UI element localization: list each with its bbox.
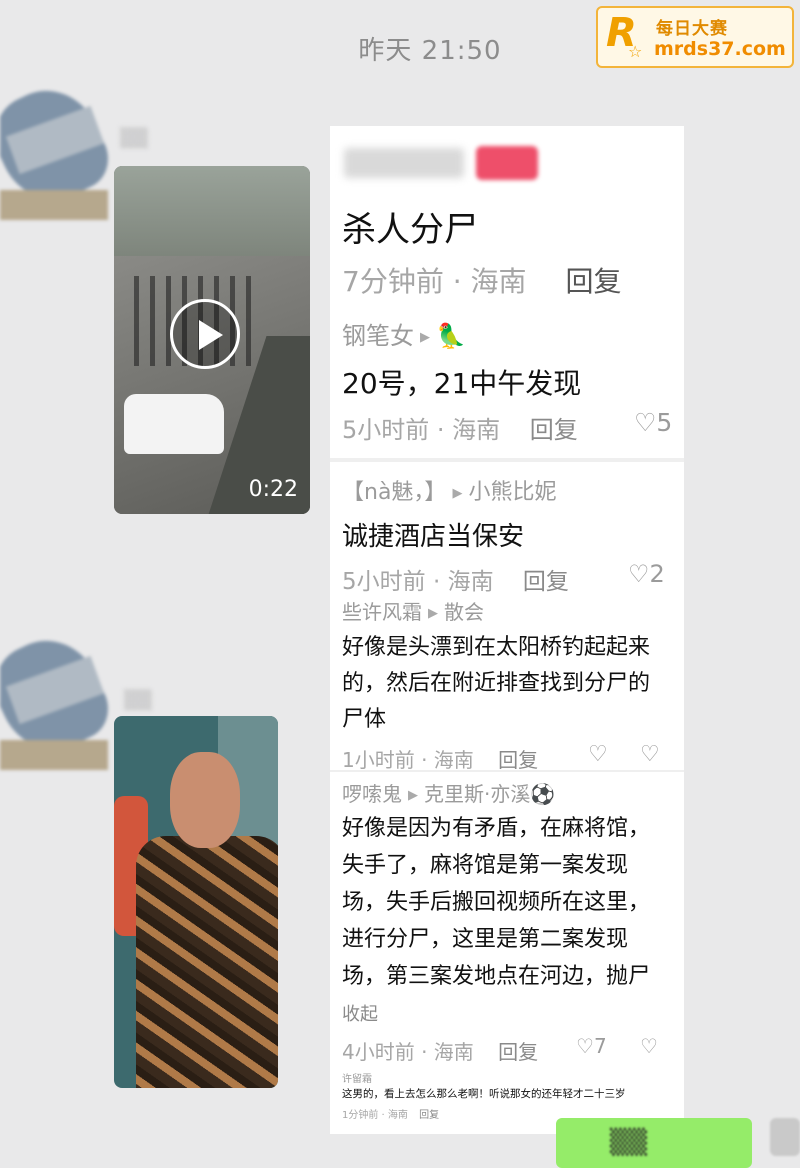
play-arrow-icon: ▶ bbox=[428, 606, 438, 621]
like-button[interactable]: ♡5 bbox=[634, 408, 672, 437]
comment-user[interactable]: 啰嗦鬼 bbox=[342, 782, 402, 806]
collapse-link[interactable]: 收起 bbox=[342, 1004, 378, 1025]
comment-body: 好像是因为有矛盾，在麻将馆，失手了，麻将馆是第一案发现场，失手后搬回视频所在这里… bbox=[342, 816, 651, 989]
comment-meta: 5小时前 · 海南 回复 bbox=[342, 562, 569, 596]
post-title: 杀人分尸 bbox=[342, 210, 478, 250]
comment-time-location: 4小时前 · 海南 bbox=[342, 1040, 474, 1064]
comment-meta: 4小时前 · 海南 回复 bbox=[342, 1036, 538, 1065]
comment-meta: 5小时前 · 海南 回复 bbox=[342, 410, 578, 445]
post-meta: 7分钟前 · 海南 回复 bbox=[342, 260, 621, 300]
like-button[interactable]: ♡7 bbox=[576, 1034, 607, 1058]
like-count: 7 bbox=[593, 1034, 607, 1058]
comment-meta: 1分钟前 · 海南 回复 bbox=[342, 1106, 439, 1121]
sender-name-blurred: ▒▒ bbox=[120, 128, 148, 149]
outgoing-message-text-cropped: ▒▒ bbox=[610, 1128, 647, 1156]
sender-name-blurred: ▒▒ bbox=[124, 690, 152, 711]
comment-author[interactable]: 钢笔女 ▶ 🦜 bbox=[342, 316, 466, 351]
comment-text: 诚捷酒店当保安 bbox=[342, 522, 525, 552]
watermark-logo: R ☆ 每日大赛 mrds37.com bbox=[596, 6, 794, 68]
comment-time-location: 1分钟前 · 海南 bbox=[342, 1110, 408, 1121]
comment-time-location: 1小时前 · 海南 bbox=[342, 748, 474, 772]
reply-to-user[interactable]: 小熊比妮 bbox=[468, 480, 556, 505]
comment-user[interactable]: 些许风霜 bbox=[342, 600, 422, 624]
play-arrow-icon: ▶ bbox=[452, 485, 463, 501]
comment-text: 好像是因为有矛盾，在麻将馆，失手了，麻将馆是第一案发现场，失手后搬回视频所在这里… bbox=[342, 810, 666, 1033]
author-tag-blurred bbox=[476, 146, 538, 180]
reply-to-user[interactable]: 散会 bbox=[444, 600, 484, 624]
photo-message[interactable] bbox=[114, 716, 278, 1088]
heart-icon: ♡ bbox=[576, 1034, 594, 1058]
star-icon: ☆ bbox=[628, 42, 643, 61]
avatar[interactable] bbox=[770, 1118, 800, 1156]
outgoing-message-bubble[interactable] bbox=[556, 1118, 752, 1168]
reply-button[interactable]: 回复 bbox=[523, 569, 569, 595]
video-duration: 0:22 bbox=[248, 477, 298, 502]
play-arrow-icon: ▶ bbox=[408, 788, 418, 803]
avatar[interactable] bbox=[0, 80, 108, 230]
reply-button[interactable]: 回复 bbox=[498, 1040, 538, 1064]
post-time-location: 7分钟前 · 海南 bbox=[342, 265, 527, 298]
comment-text: 这男的，看上去怎么那么老啊！听说那女的还年轻才二十三岁 bbox=[342, 1088, 626, 1100]
divider bbox=[330, 770, 684, 772]
avatar[interactable] bbox=[0, 630, 108, 780]
comment-author[interactable]: 啰嗦鬼 ▶ 克里斯·亦溪⚽ bbox=[342, 778, 555, 807]
play-icon[interactable] bbox=[170, 299, 240, 369]
heart-icon: ♡ bbox=[628, 560, 650, 588]
heart-icon: ♡ bbox=[634, 408, 657, 437]
comment-time-location: 5小时前 · 海南 bbox=[342, 569, 494, 595]
comment-user[interactable]: 许留霜 bbox=[342, 1070, 372, 1085]
reply-button[interactable]: 回复 bbox=[498, 748, 538, 772]
comment-text: 好像是头漂到在太阳桥钓起起来的，然后在附近排查找到分尸的尸体 bbox=[342, 635, 651, 732]
video-message[interactable]: 0:22 bbox=[114, 166, 310, 514]
like-count: 2 bbox=[649, 560, 665, 588]
reply-button[interactable]: 回复 bbox=[530, 416, 578, 444]
comments-screenshot[interactable]: 杀人分尸 7分钟前 · 海南 回复 钢笔女 ▶ 🦜 20号，21中午发现 5小时前 … bbox=[330, 126, 684, 1134]
dislike-icon[interactable]: ♡ bbox=[640, 742, 660, 767]
dislike-icon[interactable]: ♡ bbox=[640, 1034, 658, 1058]
comment-meta: 1小时前 · 海南 回复 bbox=[342, 744, 538, 773]
comment-user[interactable]: 钢笔女 bbox=[342, 322, 414, 350]
heart-icon[interactable]: ♡ bbox=[588, 742, 608, 767]
author-name-blurred bbox=[344, 148, 464, 178]
comment-author[interactable]: 些许风霜 ▶ 散会 bbox=[342, 596, 484, 625]
reply-button[interactable]: 回复 bbox=[565, 265, 621, 298]
like-count: 5 bbox=[656, 408, 673, 437]
comment-user[interactable]: 【nà魅，】 bbox=[342, 480, 446, 505]
play-arrow-icon: ▶ bbox=[420, 329, 430, 345]
parrot-badge-icon: 🦜 bbox=[436, 322, 466, 350]
comment-author[interactable]: 【nà魅，】 ▶ 小熊比妮 bbox=[342, 474, 556, 506]
divider bbox=[330, 458, 684, 462]
reply-to-user[interactable]: 克里斯·亦溪⚽ bbox=[424, 782, 555, 806]
comment-text: 20号，21中午发现 bbox=[342, 367, 582, 400]
logo-site-name: 每日大赛 bbox=[656, 19, 728, 39]
comment-time-location: 5小时前 · 海南 bbox=[342, 416, 501, 444]
logo-site-url: mrds37.com bbox=[654, 38, 786, 60]
reply-button[interactable]: 回复 bbox=[419, 1110, 439, 1121]
like-button[interactable]: ♡2 bbox=[628, 560, 665, 588]
